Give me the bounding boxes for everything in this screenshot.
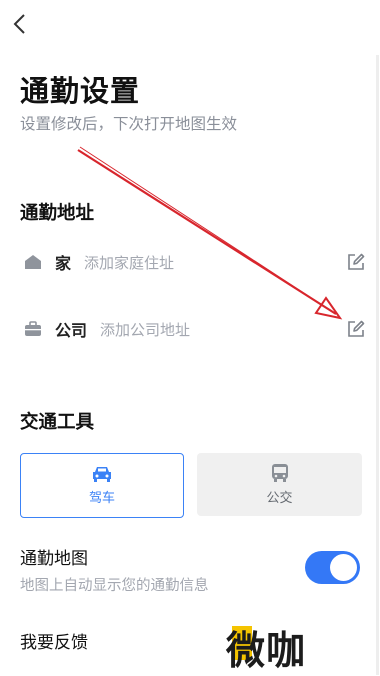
section-title-transport: 交通工具 [20, 412, 95, 433]
watermark-text: 微咖 [226, 629, 307, 674]
company-address-placeholder: 添加公司地址 [100, 320, 191, 339]
edit-icon[interactable] [346, 319, 366, 339]
page-subtitle: 设置修改后，下次打开地图生效 [20, 115, 238, 133]
home-address-row[interactable]: 家 添加家庭住址 [0, 242, 380, 282]
toggle-knob [330, 554, 357, 581]
company-label: 公司 [55, 321, 88, 340]
feedback-link[interactable]: 我要反馈 [20, 628, 88, 653]
home-label: 家 [55, 254, 72, 273]
commute-map-toggle[interactable] [305, 551, 360, 584]
bus-icon [271, 464, 288, 482]
commute-map-description: 地图上自动显示您的通勤信息 [20, 578, 209, 594]
briefcase-icon [22, 318, 44, 340]
home-icon [22, 251, 44, 273]
edit-icon[interactable] [346, 252, 366, 272]
transport-option-bus[interactable]: 公交 [197, 453, 362, 516]
chevron-left-icon [13, 14, 25, 34]
commute-map-title: 通勤地图 [20, 549, 88, 569]
back-button[interactable] [6, 10, 34, 38]
transport-option-bus-label: 公交 [266, 491, 293, 506]
section-title-commute-address: 通勤地址 [20, 203, 95, 224]
transport-option-car[interactable]: 驾车 [20, 453, 184, 518]
company-address-row[interactable]: 公司 添加公司地址 [0, 309, 380, 349]
scrollbar[interactable] [376, 55, 379, 675]
home-address-placeholder: 添加家庭住址 [84, 253, 175, 272]
car-icon [93, 467, 111, 482]
page-title: 通勤设置 [20, 74, 141, 108]
transport-option-car-label: 驾车 [88, 491, 115, 506]
watermark-logo: 微咖 [226, 626, 306, 674]
